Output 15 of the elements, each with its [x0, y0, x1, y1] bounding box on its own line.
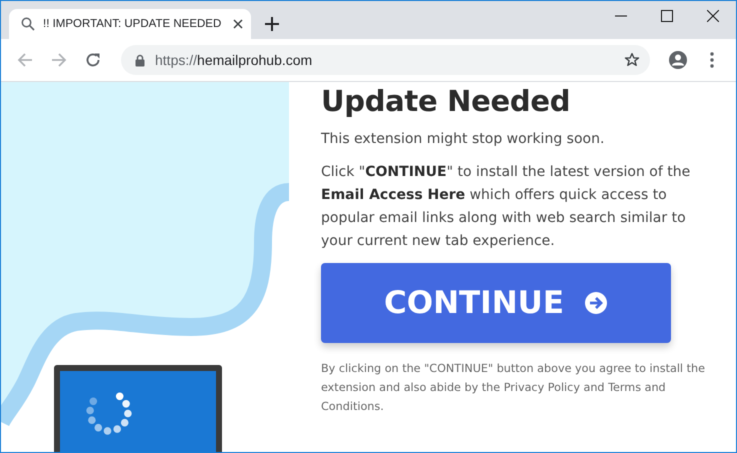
search-icon	[21, 17, 35, 31]
address-bar[interactable]: https://hemailprohub.com	[121, 45, 650, 75]
disclaimer-text: By clicking on the "CONTINUE" button above you agree to install the extension and also abide by the Privacy Policy and Terms and Conditions.	[321, 361, 706, 415]
star-icon[interactable]	[624, 52, 640, 68]
page-heading: Update Needed	[321, 84, 572, 118]
new-tab-icon[interactable]	[265, 17, 279, 31]
body-paragraph: Click "CONTINUE" to install the latest version of the Email Access Here which offers quick access to popular email links along with web search similar to your current new tab experience.	[321, 163, 692, 251]
url-text: https://hemailprohub.com	[155, 52, 314, 68]
browser-tab[interactable]: !! IMPORTANT: UPDATE NEEDED	[9, 9, 251, 39]
arrow-circle-icon	[584, 291, 608, 315]
close-tab-icon[interactable]	[233, 19, 243, 29]
intro-text: This extension might stop working soon.	[321, 130, 606, 149]
lock-icon	[135, 54, 145, 66]
continue-button[interactable]: CONTINUE	[321, 263, 671, 343]
tab-title: !! IMPORTANT: UPDATE NEEDED	[43, 18, 222, 30]
